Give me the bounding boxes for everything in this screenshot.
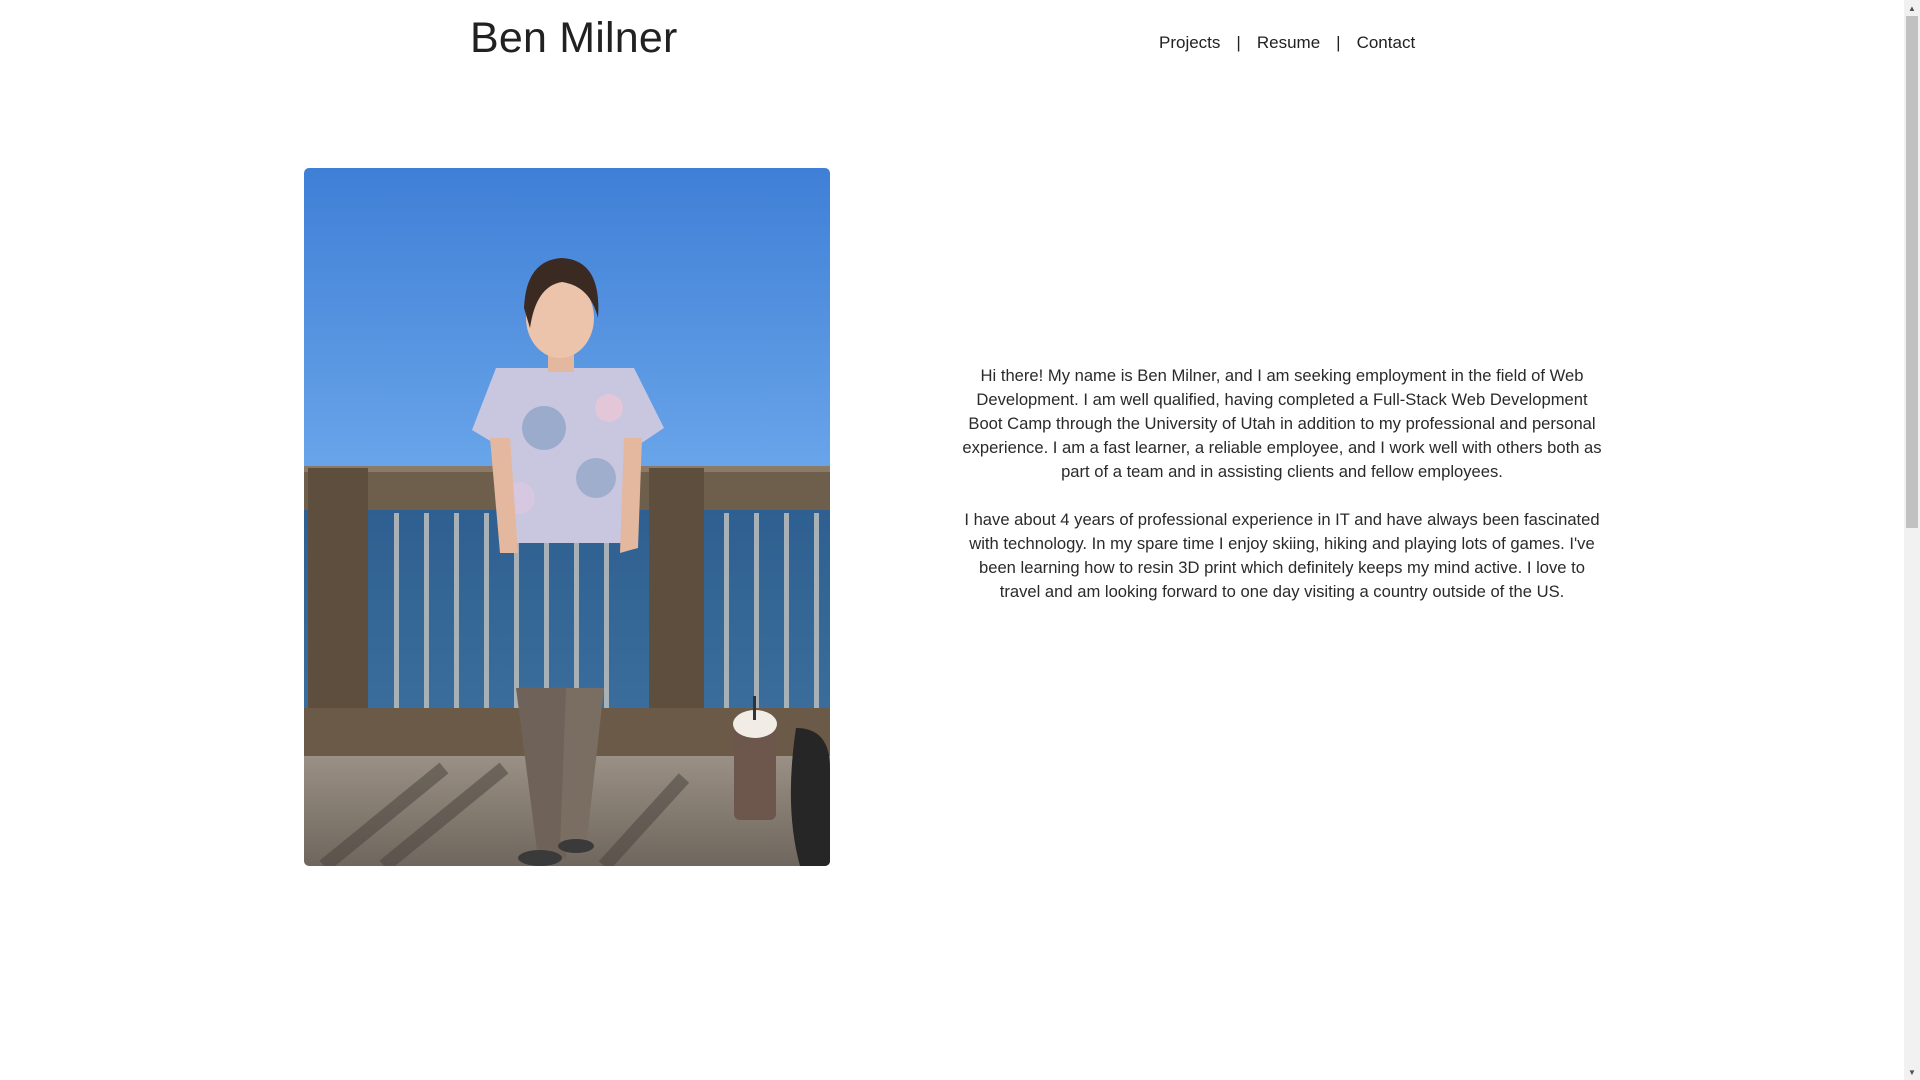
nav-separator: |	[1336, 33, 1341, 52]
bio-paragraph-intro: Hi there! My name is Ben Milner, and I a…	[962, 366, 1602, 481]
profile-photo	[304, 168, 830, 866]
nav-link-resume[interactable]: Resume	[1257, 33, 1320, 53]
site-title: Ben Milner	[470, 14, 678, 62]
profile-photo-illustration	[304, 168, 830, 866]
nav-link-contact[interactable]: Contact	[1357, 33, 1416, 53]
bio-section: Hi there! My name is Ben Milner, and I a…	[962, 364, 1602, 604]
main-nav: Projects | Resume | Contact	[1159, 33, 1415, 53]
triangle-down-icon[interactable]: ▼	[1904, 1064, 1920, 1080]
scrollbar-thumb[interactable]	[1906, 16, 1918, 528]
nav-separator: |	[1236, 33, 1241, 52]
page: Ben Milner Projects | Resume | Contact H…	[0, 0, 1920, 1080]
vertical-scrollbar[interactable]: ▲ ▼	[1904, 0, 1920, 1080]
bio-paragraph-experience: I have about 4 years of professional exp…	[964, 510, 1600, 601]
nav-link-projects[interactable]: Projects	[1159, 33, 1220, 53]
triangle-up-icon[interactable]: ▲	[1904, 0, 1920, 16]
